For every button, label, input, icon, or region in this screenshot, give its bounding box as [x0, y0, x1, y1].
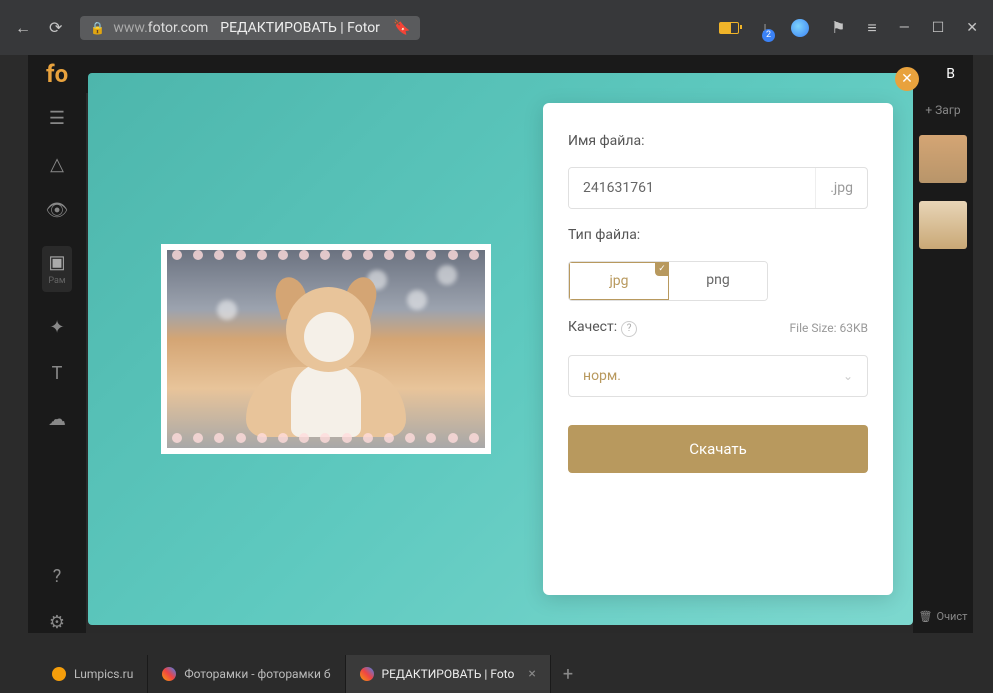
browser-tabs: Lumpics.ru Фоторамки - фоторамки б РЕДАК…: [28, 655, 973, 693]
thumbnail-2[interactable]: [919, 201, 967, 249]
filename-field: .jpg: [568, 167, 868, 209]
file-extension: .jpg: [815, 168, 867, 208]
left-sidebar: ☰ △ 👁 ▣Рам ✦ T ☁ ? ⚙: [28, 93, 86, 633]
maximize-button[interactable]: ☐: [932, 20, 945, 36]
jpg-option[interactable]: jpg: [569, 262, 669, 300]
quality-dropdown[interactable]: норм. ⌄: [568, 355, 868, 397]
export-panel: Имя файла: .jpg Тип файла: jpg png Качес…: [543, 103, 893, 595]
stickers-icon[interactable]: ✦: [49, 317, 64, 338]
back-button[interactable]: ←: [15, 18, 31, 38]
preview-area: [108, 103, 543, 595]
browser-toolbar: ← ⟳ 🔒 www.fotor.com РЕДАКТИРОВАТЬ | Foto…: [0, 0, 993, 55]
new-tab-button[interactable]: +: [551, 664, 585, 685]
filetype-selector: jpg png: [568, 261, 768, 301]
tab-fotor[interactable]: РЕДАКТИРОВАТЬ | Foto×: [346, 655, 551, 693]
header-right-text[interactable]: В: [946, 66, 955, 82]
page-title: РЕДАКТИРОВАТЬ | Fotor: [220, 20, 380, 36]
right-panel: + Загр 🗑 Очист: [913, 93, 973, 633]
beauty-icon[interactable]: 👁: [46, 200, 69, 221]
cloud-icon[interactable]: ☁: [48, 409, 66, 430]
close-button[interactable]: ✕: [966, 20, 978, 36]
menu-button[interactable]: ≡: [867, 18, 876, 38]
chevron-down-icon: ⌄: [843, 369, 853, 383]
url-text: www.fotor.com: [113, 20, 208, 36]
settings-icon[interactable]: ⚙: [49, 612, 65, 633]
tab-lumpics[interactable]: Lumpics.ru: [38, 655, 148, 693]
close-modal-button[interactable]: ✕: [895, 67, 919, 91]
thumbnail-1[interactable]: [919, 135, 967, 183]
png-option[interactable]: png: [669, 262, 767, 300]
lock-icon: 🔒: [90, 21, 105, 35]
bookmark-icon[interactable]: 🔖: [393, 20, 410, 36]
image-preview: [161, 244, 491, 454]
bookmarks-button[interactable]: ⚑: [831, 18, 845, 37]
tab-favicon: [162, 667, 176, 681]
filetype-label: Тип файла:: [568, 227, 868, 243]
address-bar[interactable]: 🔒 www.fotor.com РЕДАКТИРОВАТЬ | Fotor 🔖: [80, 16, 420, 40]
help-icon[interactable]: ?: [53, 566, 62, 587]
adjust-icon[interactable]: ☰: [49, 108, 65, 129]
quality-label: Качест:?: [568, 319, 637, 337]
tab-fotoramki[interactable]: Фоторамки - фоторамки б: [148, 655, 345, 693]
download-button[interactable]: Скачать: [568, 425, 868, 473]
filename-input[interactable]: [569, 168, 815, 208]
clear-button[interactable]: 🗑 Очист: [919, 610, 968, 623]
text-icon[interactable]: T: [52, 363, 63, 384]
upload-button[interactable]: + Загр: [925, 103, 960, 117]
profile-icon[interactable]: [791, 19, 809, 37]
effects-icon[interactable]: △: [50, 154, 64, 175]
quality-value: норм.: [583, 368, 621, 384]
tab-favicon: [52, 667, 66, 681]
help-tooltip-icon[interactable]: ?: [621, 321, 637, 337]
frames-icon[interactable]: ▣Рам: [42, 246, 71, 292]
app-logo[interactable]: fo: [46, 60, 68, 88]
export-modal: ✕ Имя файла: .jpg Тип файла:: [88, 73, 913, 625]
battery-icon: [719, 22, 739, 34]
filesize-text: File Size: 63KB: [790, 321, 868, 335]
tab-favicon: [360, 667, 374, 681]
filename-label: Имя файла:: [568, 133, 868, 149]
tab-close-icon[interactable]: ×: [528, 666, 535, 682]
reload-button[interactable]: ⟳: [49, 18, 62, 37]
downloads-button[interactable]: ↓2: [761, 18, 769, 38]
minimize-button[interactable]: —: [899, 20, 910, 36]
